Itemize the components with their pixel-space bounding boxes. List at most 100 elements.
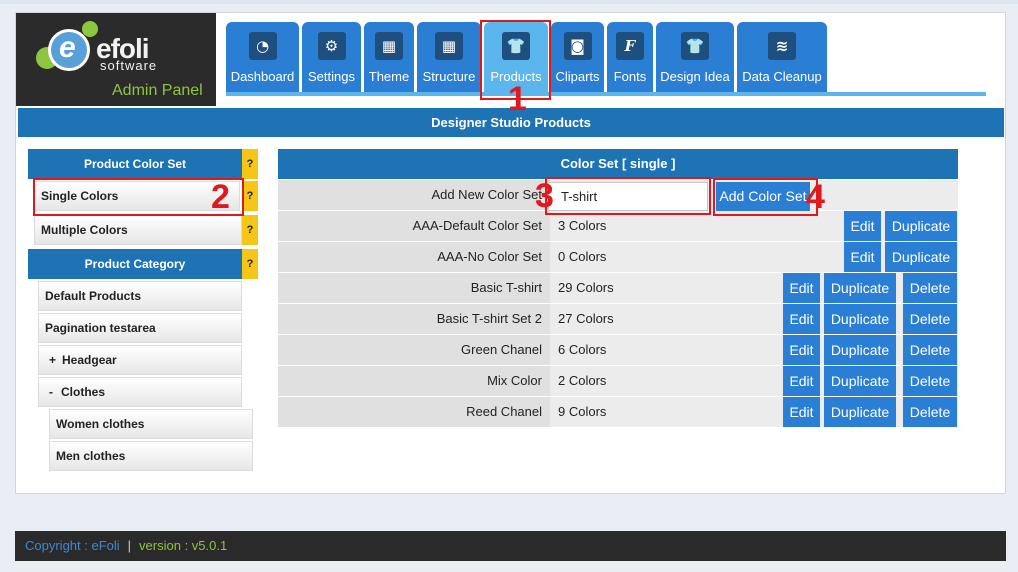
table-row: Reed Chanel 9 Colors Edit Duplicate Dele… [278,397,958,428]
duplicate-button[interactable]: Duplicate [824,397,896,427]
efoli-logo[interactable]: e efoli software Admin Panel [16,13,216,106]
logo-e-glyph: e [59,31,76,64]
table-row: Basic T-shirt Set 2 27 Colors Edit Dupli… [278,304,958,335]
product-color-set-header: Product Color Set [28,149,242,179]
add-new-color-set-label: Add New Color Set [278,180,550,210]
table-row: Basic T-shirt 29 Colors Edit Duplicate D… [278,273,958,304]
collapse-icon[interactable]: - [49,385,53,399]
edit-button[interactable]: Edit [844,242,881,272]
tab-theme[interactable]: ▦ Theme [364,22,414,92]
delete-button[interactable]: Delete [903,335,957,365]
edit-button[interactable]: Edit [844,211,881,241]
tab-label: Fonts [613,69,647,84]
step-number-2: 2 [211,178,230,216]
tab-data-cleanup[interactable]: ≋ Data Cleanup [737,22,827,92]
color-count: 6 Colors [558,342,607,357]
table-row: AAA-No Color Set 0 Colors Edit Duplicate [278,242,958,273]
version-text: version : v5.0.1 [139,538,228,553]
tab-settings[interactable]: ⚙ Settings [302,22,361,92]
edit-button[interactable]: Edit [783,366,820,396]
step-number-3: 3 [535,177,554,215]
gear-icon: ⚙ [317,32,346,60]
duplicate-button[interactable]: Duplicate [824,304,896,334]
tab-label: Structure [422,69,476,84]
edit-button[interactable]: Edit [783,304,820,334]
color-count: 27 Colors [558,311,614,326]
tab-label: Settings [308,69,355,84]
table-row: Green Chanel 6 Colors Edit Duplicate Del… [278,335,958,366]
step-number-4: 4 [806,178,825,216]
category-label: Clothes [61,385,106,399]
color-set-name: AAA-No Color Set [278,242,550,272]
delete-button[interactable]: Delete [903,366,957,396]
duplicate-button[interactable]: Duplicate [885,242,957,272]
tab-dashboard[interactable]: ◔ Dashboard [226,22,299,92]
highlight-add-color-set-button [713,178,818,216]
dashboard-icon: ◔ [248,32,277,60]
camera-icon: ◙ [563,32,592,60]
help-button[interactable]: ? [242,215,258,245]
color-set-name: Mix Color [278,366,550,396]
footer: Copyright : eFoli | version : v5.0.1 [15,531,1006,561]
expand-icon[interactable]: + [49,353,56,367]
color-set-name: Green Chanel [278,335,550,365]
row-value-cell [550,366,958,396]
theme-icon: ▦ [375,32,403,60]
tshirt-icon: 👕 [681,32,709,60]
color-set-name: Basic T-shirt Set 2 [278,304,550,334]
step-number-1: 1 [508,80,527,118]
row-value-cell [550,335,958,365]
fonts-icon: F [616,32,644,60]
table-row: AAA-Default Color Set 3 Colors Edit Dupl… [278,211,958,242]
tab-structure[interactable]: ▦ Structure [417,22,481,92]
duplicate-button[interactable]: Duplicate [824,273,896,303]
structure-icon: ▦ [435,32,463,60]
help-button[interactable]: ? [242,181,258,211]
color-count: 9 Colors [558,404,607,419]
color-set-name: Reed Chanel [278,397,550,427]
tab-cliparts[interactable]: ◙ Cliparts [551,22,604,92]
top-border [0,0,1018,4]
category-default-products[interactable]: Default Products [38,281,242,311]
help-button[interactable]: ? [242,149,258,179]
category-clothes[interactable]: - Clothes [38,377,242,407]
copyright-text: Copyright : eFoli [25,538,120,553]
tab-label: Design Idea [660,69,730,84]
color-set-name: AAA-Default Color Set [278,211,550,241]
color-count: 29 Colors [558,280,614,295]
edit-button[interactable]: Edit [783,273,820,303]
sidebar-item-multiple-colors[interactable]: Multiple Colors [34,215,242,245]
table-row: Mix Color 2 Colors Edit Duplicate Delete [278,366,958,397]
database-icon: ≋ [768,32,796,60]
edit-button[interactable]: Edit [783,335,820,365]
highlight-color-set-input [545,177,711,215]
edit-button[interactable]: Edit [783,397,820,427]
color-set-header: Color Set [ single ] [278,149,958,179]
tab-label: Theme [368,69,410,84]
admin-panel-label: Admin Panel [112,82,203,99]
nav-underline [226,92,986,96]
logo-sub: software [100,58,158,73]
help-button[interactable]: ? [242,249,258,279]
color-count: 2 Colors [558,373,607,388]
row-value-cell [550,397,958,427]
duplicate-button[interactable]: Duplicate [885,211,957,241]
color-set-name: Basic T-shirt [278,273,550,303]
tab-label: Dashboard [230,69,295,84]
category-women-clothes[interactable]: Women clothes [49,409,253,439]
category-headgear[interactable]: + Headgear [38,345,242,375]
duplicate-button[interactable]: Duplicate [824,335,896,365]
tab-fonts[interactable]: F Fonts [607,22,653,92]
category-pagination-testarea[interactable]: Pagination testarea [38,313,242,343]
category-men-clothes[interactable]: Men clothes [49,441,253,471]
delete-button[interactable]: Delete [903,397,957,427]
color-count: 0 Colors [558,249,607,264]
delete-button[interactable]: Delete [903,304,957,334]
delete-button[interactable]: Delete [903,273,957,303]
tab-design-idea[interactable]: 👕 Design Idea [656,22,734,92]
tab-label: Cliparts [555,69,600,84]
duplicate-button[interactable]: Duplicate [824,366,896,396]
category-label: Headgear [62,353,117,367]
tab-label: Data Cleanup [742,69,822,84]
color-count: 3 Colors [558,218,607,233]
